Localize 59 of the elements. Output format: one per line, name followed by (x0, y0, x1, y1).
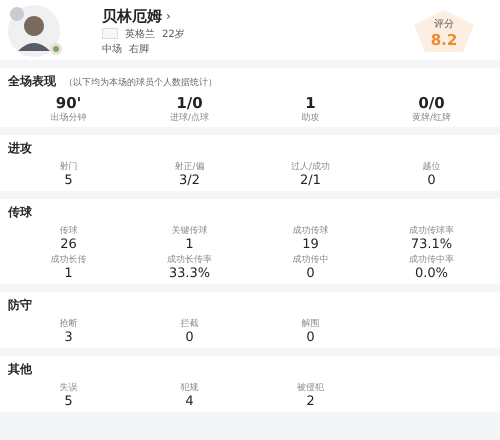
position: 中场 (102, 42, 122, 56)
stat-value: 26 (60, 237, 77, 252)
preferred-foot: 右脚 (129, 42, 149, 56)
section-title: 其他 (8, 361, 32, 378)
stat-value: 2/1 (300, 173, 321, 188)
stat-label: 传球 (60, 225, 78, 237)
rating-badge: 评分 8.2 (414, 10, 474, 52)
stat-value: 0 (306, 330, 315, 345)
stat-value: 1/0 (176, 94, 203, 112)
stat-label: 成功长传率 (167, 254, 212, 266)
stat-label: 被侵犯 (297, 382, 324, 394)
stat-value: 2 (306, 394, 315, 409)
stat-label: 成功传中率 (409, 254, 454, 266)
stat-label: 解围 (302, 318, 320, 330)
section-title: 进攻 (8, 140, 32, 157)
stat-value: 73.1% (410, 237, 452, 252)
stat-label: 抢断 (60, 318, 78, 330)
stat-label: 成功传球 (292, 225, 328, 237)
stat-label: 拦截 (180, 318, 198, 330)
stat-value: 4 (185, 394, 194, 409)
stat-value: 1 (185, 237, 194, 252)
stat-label: 助攻 (302, 112, 320, 124)
section-title: 传球 (8, 204, 32, 221)
stat-label: 越位 (422, 161, 440, 173)
stat-value: 3 (64, 330, 73, 345)
stat-label: 进球/点球 (170, 112, 210, 124)
stat-value: 1 (305, 94, 316, 112)
stat-value: 33.3% (168, 266, 210, 281)
stat-label: 黄牌/红牌 (412, 112, 452, 124)
stat-label: 犯规 (180, 382, 198, 394)
section-title: 全场表现 (8, 73, 56, 90)
stat-value: 0 (427, 173, 436, 188)
stat-label: 出场分钟 (50, 112, 86, 124)
stat-value: 90' (56, 94, 82, 112)
stat-value: 3/2 (179, 173, 200, 188)
stat-value: 0.0% (414, 266, 448, 281)
stat-label: 成功传球率 (409, 225, 454, 237)
stat-label: 射门 (60, 161, 78, 173)
stat-label: 过人/成功 (290, 161, 330, 173)
stat-value: 5 (64, 173, 73, 188)
nationality: 英格兰 (125, 28, 155, 40)
club-badge-icon (50, 43, 62, 55)
stat-value: 5 (64, 394, 73, 409)
stat-value: 0 (185, 330, 194, 345)
chevron-icon: › (166, 9, 171, 23)
stat-label: 成功传中 (292, 254, 328, 266)
age: 22岁 (162, 28, 185, 40)
stat-label: 射正/偏 (174, 161, 205, 173)
section-title: 防守 (8, 297, 32, 314)
player-name: 贝林厄姆 (102, 6, 162, 26)
stat-label: 关键传球 (172, 225, 208, 237)
stat-label: 失误 (60, 382, 78, 394)
stat-value: 19 (302, 237, 319, 252)
section-note: （以下均为本场的球员个人数据统计） (64, 76, 217, 89)
stat-value: 0/0 (418, 94, 445, 112)
flag-icon (102, 28, 118, 39)
stat-value: 1 (64, 266, 73, 281)
stat-label: 成功长传 (50, 254, 86, 266)
stat-value: 0 (306, 266, 315, 281)
